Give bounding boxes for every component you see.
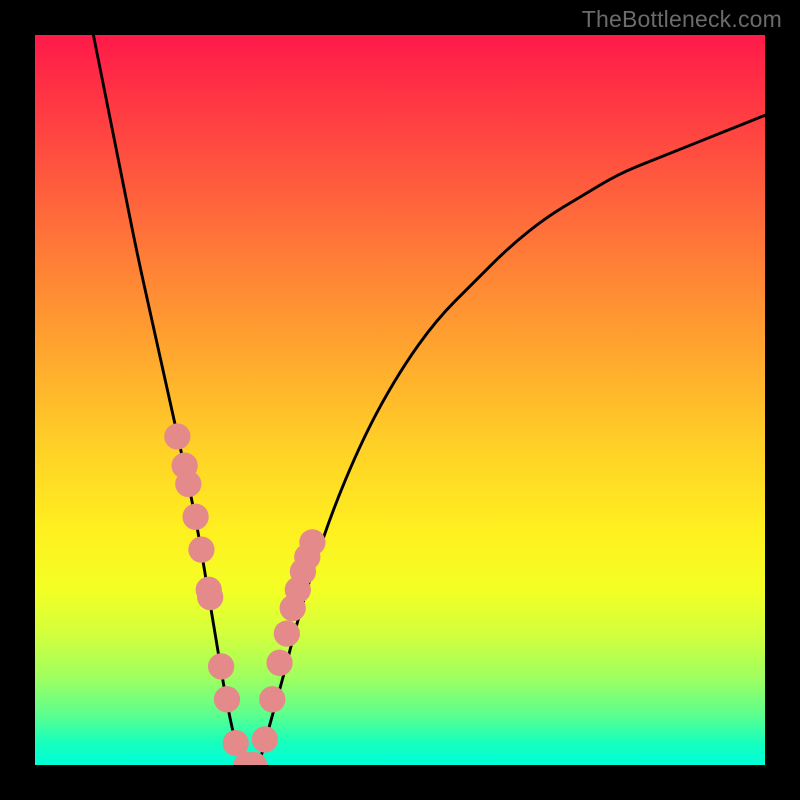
highlight-point [274,620,300,646]
highlight-point [197,584,223,610]
chart-svg [35,35,765,765]
highlight-point [214,686,240,712]
chart-frame: TheBottleneck.com [0,0,800,800]
highlight-point [299,529,325,555]
watermark-text: TheBottleneck.com [582,6,782,33]
bottleneck-curve [93,35,765,765]
highlight-markers [164,423,325,765]
highlight-point [266,650,292,676]
highlight-point [208,653,234,679]
highlight-point [259,686,285,712]
highlight-point [164,423,190,449]
highlight-point [188,537,214,563]
highlight-point [252,726,278,752]
highlight-point [182,504,208,530]
highlight-point [175,471,201,497]
plot-area [35,35,765,765]
